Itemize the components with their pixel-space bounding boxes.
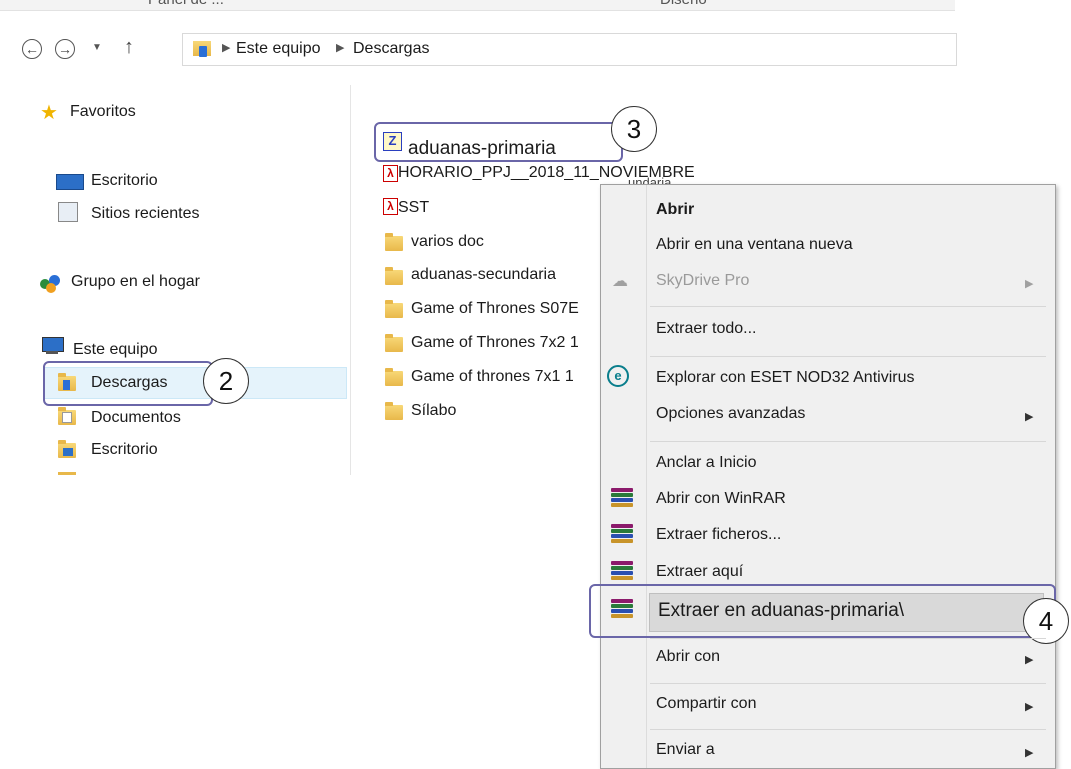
submenu-arrow-icon: ▶ [1025,701,1034,713]
file-got-s07e[interactable]: Game of Thrones S07E [411,300,579,318]
menu-item-extraer-ficheros[interactable]: Extraer ficheros... [656,526,781,544]
menu-separator [650,683,1046,684]
callout-box-4 [589,584,1056,638]
breadcrumb-chevron-icon: ▶ [222,42,231,54]
eset-icon: e [607,365,629,387]
file-varios-doc[interactable]: varios doc [411,233,484,251]
folder-icon [385,402,403,420]
file-sst[interactable]: SST [398,199,429,217]
menu-icon-column-divider [646,185,647,768]
cloud-icon: ☁ [612,273,628,290]
submenu-arrow-icon: ▶ [1025,747,1034,759]
ribbon-tab-right[interactable]: Diseño [660,0,707,8]
menu-item-abrir-winrar[interactable]: Abrir con WinRAR [656,490,786,508]
desktop-icon [56,174,84,190]
callout-marker-3: 3 [611,106,657,152]
file-got-7x2[interactable]: Game of Thrones 7x2 1 [411,334,579,352]
desktop-folder-icon [58,440,76,458]
menu-item-anclar-inicio[interactable]: Anclar a Inicio [656,454,757,472]
menu-separator [650,441,1046,442]
recent-places-icon [58,202,78,222]
folder-icon-partial [58,472,76,475]
nav-documentos[interactable]: Documentos [91,409,181,427]
callout-box-3 [374,122,623,162]
submenu-arrow-icon: ▶ [1025,278,1034,290]
folder-icon [385,233,403,251]
chevron-down-icon[interactable]: ▼ [92,42,102,53]
pane-divider [350,85,351,475]
callout-marker-2: 2 [203,358,249,404]
menu-separator [650,356,1046,357]
downloads-folder-icon [193,38,213,58]
menu-item-abrir[interactable]: Abrir [656,201,694,219]
nav-escritorio[interactable]: Escritorio [91,172,158,190]
ribbon-tab-left[interactable]: Panel de ... [148,0,224,8]
folder-icon [385,334,403,352]
winrar-icon [611,524,633,544]
menu-item-extraer-aqui[interactable]: Extraer aquí [656,563,743,581]
file-aduanas-secundaria[interactable]: aduanas-secundaria [411,266,556,284]
pdf-file-icon: λ [383,165,398,182]
computer-icon [40,337,66,355]
breadcrumb-chevron-icon: ▶ [336,42,345,54]
up-arrow-icon[interactable]: ↑ [124,36,134,59]
file-got-7x1[interactable]: Game of thrones 7x1 1 [411,368,574,386]
menu-separator [650,638,1046,639]
nav-sitios-recientes[interactable]: Sitios recientes [91,205,200,223]
breadcrumb-este-equipo[interactable]: Este equipo [236,40,321,58]
submenu-arrow-icon: ▶ [1025,654,1034,666]
winrar-icon [611,488,633,508]
ribbon-strip: Panel de ... Diseño [0,0,955,11]
folder-icon [385,300,403,318]
homegroup-icon [40,273,62,293]
menu-item-compartir-con[interactable]: Compartir con [656,695,756,713]
nav-grupo-hogar[interactable]: Grupo en el hogar [71,273,200,291]
winrar-icon [611,561,633,581]
menu-item-skydrive[interactable]: SkyDrive Pro [656,272,749,290]
nav-este-equipo[interactable]: Este equipo [73,341,158,359]
folder-icon [385,368,403,386]
submenu-arrow-icon: ▶ [1025,411,1034,423]
menu-item-eset[interactable]: Explorar con ESET NOD32 Antivirus [656,369,914,387]
nav-favoritos[interactable]: Favoritos [70,103,136,121]
forward-arrow-icon[interactable]: → [55,39,75,59]
nav-escritorio-pc[interactable]: Escritorio [91,441,158,459]
menu-separator [650,306,1046,307]
menu-item-abrir-ventana[interactable]: Abrir en una ventana nueva [656,236,853,254]
callout-box-2 [43,361,213,406]
menu-item-enviar-a[interactable]: Enviar a [656,741,715,759]
menu-item-extraer-todo[interactable]: Extraer todo... [656,320,757,338]
documents-folder-icon [58,407,76,425]
menu-item-abrir-con[interactable]: Abrir con [656,648,720,666]
menu-separator [650,729,1046,730]
back-arrow-icon[interactable]: ← [22,39,42,59]
file-silabo[interactable]: Sílabo [411,402,456,420]
breadcrumb-descargas[interactable]: Descargas [353,40,429,58]
folder-icon [385,267,403,285]
pdf-file-icon: λ [383,198,398,215]
menu-item-opciones-avanzadas[interactable]: Opciones avanzadas [656,405,805,423]
star-icon: ★ [40,102,58,124]
